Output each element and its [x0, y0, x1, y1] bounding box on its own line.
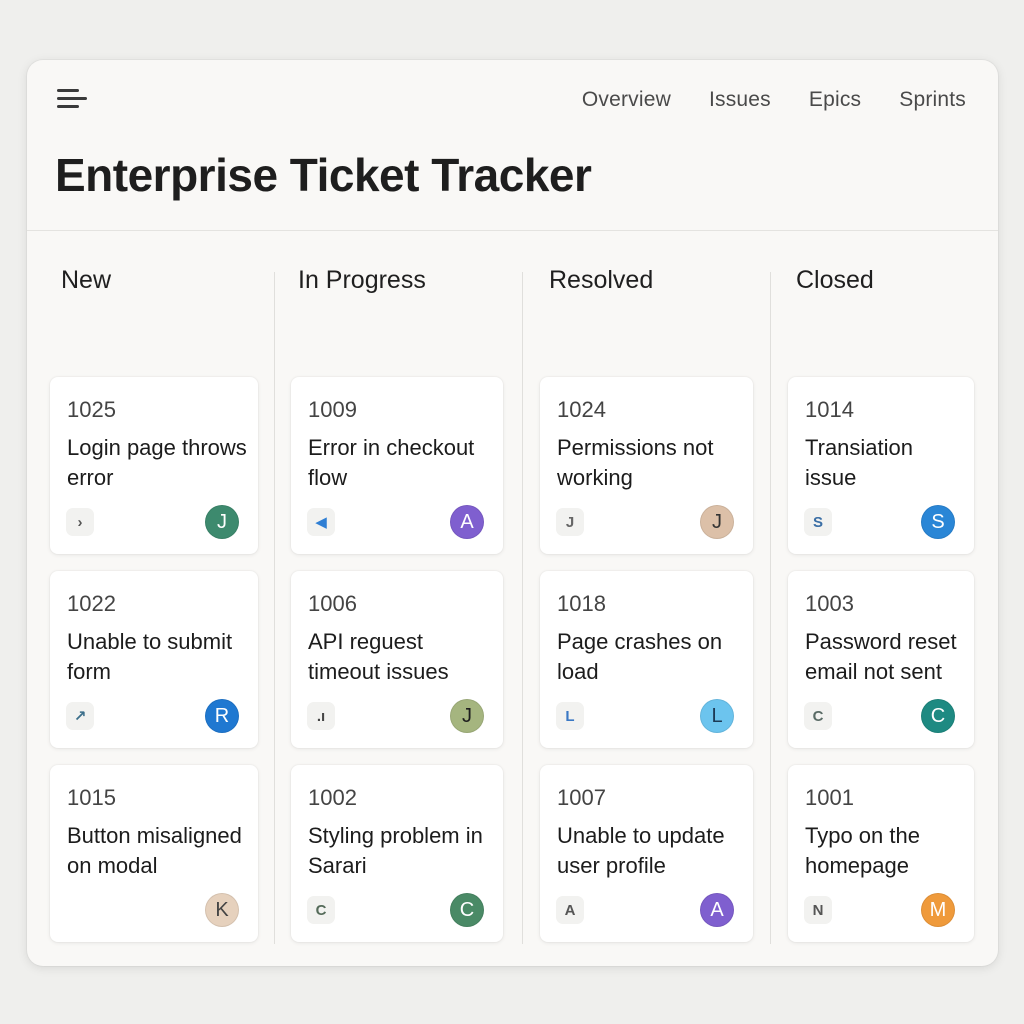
ticket-title: Button misaligned on modal: [67, 823, 242, 878]
column-divider: [274, 272, 275, 944]
ticket-card[interactable]: 1002 Styling problem in Sarari C C: [291, 765, 503, 942]
assignee-avatar[interactable]: A: [450, 505, 484, 539]
letter-s-icon: S: [804, 508, 832, 536]
assignee-avatar[interactable]: J: [450, 699, 484, 733]
letter-l-icon: L: [556, 702, 584, 730]
ticket-id: 1014: [805, 397, 854, 422]
nav-link-sprints[interactable]: Sprints: [899, 88, 966, 112]
column-header: New: [61, 266, 112, 294]
ticket-title: Page crashes on load: [557, 629, 723, 684]
ticket-id: 1015: [67, 785, 116, 810]
assignee-avatar[interactable]: J: [205, 505, 239, 539]
kanban-board: New 1025 Login page throws error › J 1022 Unab…: [27, 230, 998, 966]
ticket-title: Styling problem in Sarari: [308, 823, 483, 878]
ticket-card[interactable]: 1006 API reguest timeout issues .ı J: [291, 571, 503, 748]
assignee-avatar[interactable]: S: [921, 505, 955, 539]
signal-bars-icon: .ı: [307, 702, 335, 730]
chevron-right-icon: ›: [66, 508, 94, 536]
ticket-card[interactable]: 1007 Unable to update user profile A A: [540, 765, 753, 942]
ticket-title: Unable to submit form: [67, 629, 233, 684]
ticket-card[interactable]: 1009 Error in checkout flow ◀ A: [291, 377, 503, 554]
column-header: Resolved: [549, 266, 654, 294]
assignee-avatar[interactable]: J: [700, 505, 734, 539]
ticket-title: Typo on the homepage: [805, 823, 920, 878]
assignee-avatar[interactable]: L: [700, 699, 734, 733]
ticket-id: 1009: [308, 397, 357, 422]
assignee-avatar[interactable]: C: [450, 893, 484, 927]
ticket-title: API reguest timeout issues: [308, 629, 449, 684]
ticket-title: Login page throws error: [67, 435, 247, 490]
hamburger-menu-icon[interactable]: [57, 88, 89, 114]
column-divider: [770, 272, 771, 944]
ticket-id: 1002: [308, 785, 357, 810]
letter-c-icon: C: [307, 896, 335, 924]
ticket-id: 1022: [67, 591, 116, 616]
flag-icon: ◀: [307, 508, 335, 536]
ticket-card[interactable]: 1025 Login page throws error › J: [50, 377, 258, 554]
column-header: Closed: [796, 266, 874, 294]
ticket-card[interactable]: 1022 Unable to submit form ↗ R: [50, 571, 258, 748]
ticket-card[interactable]: 1024 Permissions not working J J: [540, 377, 753, 554]
ticket-id: 1001: [805, 785, 854, 810]
nav-link-issues[interactable]: Issues: [709, 88, 771, 112]
nav-link-epics[interactable]: Epics: [809, 88, 861, 112]
ticket-card[interactable]: 1003 Password reset email not sent C C: [788, 571, 974, 748]
assignee-avatar[interactable]: K: [205, 893, 239, 927]
ticket-card[interactable]: 1015 Button misaligned on modal K: [50, 765, 258, 942]
ticket-id: 1018: [557, 591, 606, 616]
letter-j-icon: J: [556, 508, 584, 536]
assignee-avatar[interactable]: A: [700, 893, 734, 927]
top-nav: Overview Issues Epics Sprints: [582, 88, 966, 112]
letter-a-icon: A: [556, 896, 584, 924]
letter-c-icon: C: [804, 702, 832, 730]
letter-n-icon: N: [804, 896, 832, 924]
ticket-id: 1006: [308, 591, 357, 616]
ticket-id: 1025: [67, 397, 116, 422]
ticket-card[interactable]: 1018 Page crashes on load L L: [540, 571, 753, 748]
ticket-title: Permissions not working: [557, 435, 714, 490]
arrow-up-right-icon: ↗: [66, 702, 94, 730]
ticket-title: Error in checkout flow: [308, 435, 475, 490]
column-header: In Progress: [298, 266, 426, 294]
ticket-id: 1024: [557, 397, 606, 422]
ticket-id: 1007: [557, 785, 606, 810]
column-divider: [522, 272, 523, 944]
page-title: Enterprise Ticket Tracker: [55, 149, 592, 201]
ticket-card[interactable]: 1014 Transiation issue S S: [788, 377, 974, 554]
app-window: Overview Issues Epics Sprints Enterprise…: [27, 60, 998, 966]
nav-link-overview[interactable]: Overview: [582, 88, 671, 112]
ticket-title: Transiation issue: [805, 435, 914, 490]
assignee-avatar[interactable]: C: [921, 699, 955, 733]
assignee-avatar[interactable]: R: [205, 699, 239, 733]
assignee-avatar[interactable]: M: [921, 893, 955, 927]
ticket-title: Password reset email not sent: [805, 629, 957, 684]
ticket-id: 1003: [805, 591, 854, 616]
ticket-card[interactable]: 1001 Typo on the homepage N M: [788, 765, 974, 942]
ticket-title: Unable to update user profile: [557, 823, 725, 878]
